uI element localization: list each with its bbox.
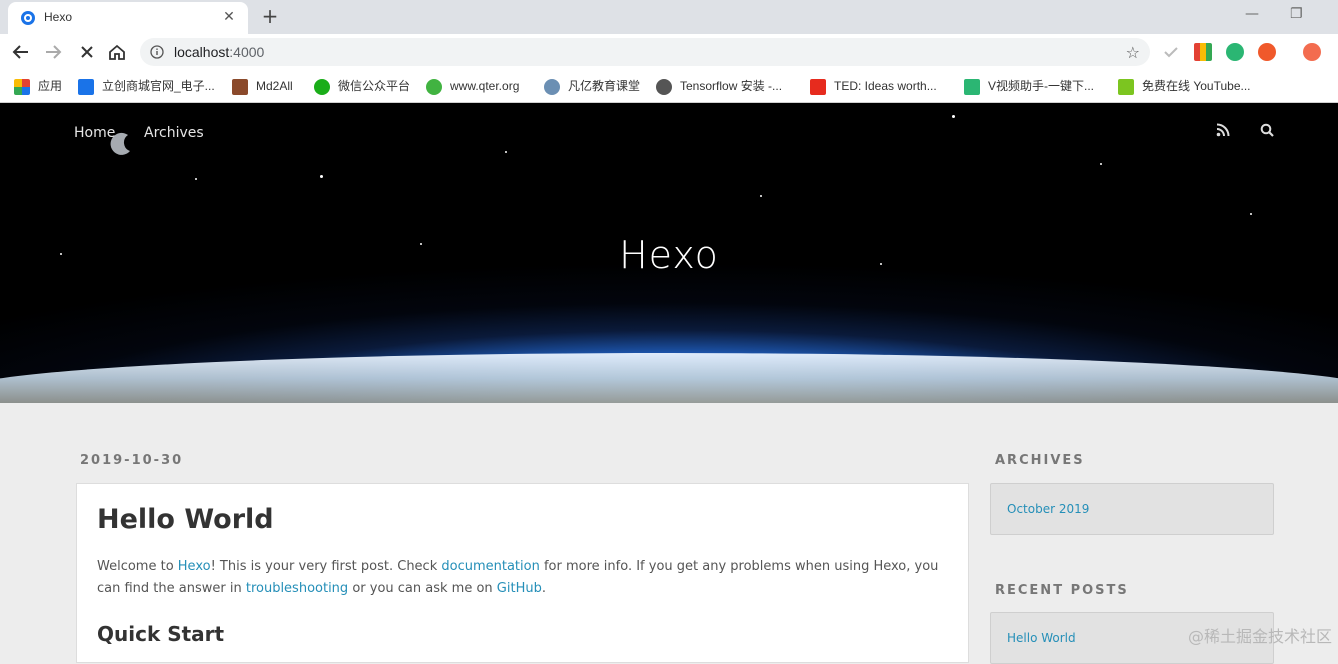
profile-avatar-icon[interactable]: [1303, 43, 1321, 61]
star: [505, 151, 507, 153]
star: [760, 195, 762, 197]
v-extension-icon[interactable]: [1226, 43, 1244, 61]
body-text: .: [541, 581, 546, 596]
browser-chrome: Hexo ✕ + — ❐ localhost:4000 ☆ 应用 立创商城官网_…: [0, 0, 1338, 103]
bookmark-label: 免费在线 YouTube...: [1142, 79, 1251, 93]
body-text: ! This is your very first post. Check: [210, 559, 442, 574]
apps-grid-icon: [14, 78, 30, 95]
globe-icon: [656, 78, 672, 95]
post-date[interactable]: 2019-10-30: [80, 453, 183, 468]
nav-archives-link[interactable]: Archives: [144, 125, 204, 141]
troubleshooting-link[interactable]: troubleshooting: [246, 581, 348, 596]
post-article: Hello World Welcome to Hexo! This is you…: [76, 483, 969, 663]
url-text[interactable]: localhost:4000: [174, 44, 264, 60]
home-icon[interactable]: [106, 41, 128, 63]
bookmark-label: Tensorflow 安装 -...: [680, 79, 783, 93]
download-icon: [1118, 78, 1134, 95]
md2all-icon: [232, 78, 248, 95]
bookmark-label: 微信公众平台: [338, 79, 411, 93]
bookmark-label: TED: Ideas worth...: [834, 79, 937, 93]
bookmark-label: 立创商城官网_电子...: [102, 79, 215, 93]
bookmark-label: Md2All: [256, 79, 293, 93]
restore-icon[interactable]: ❐: [1290, 6, 1303, 22]
post-title[interactable]: Hello World: [97, 504, 274, 535]
star: [195, 178, 197, 180]
bookmark-item[interactable]: 应用: [14, 77, 62, 95]
bookmark-item[interactable]: Md2All: [232, 77, 293, 95]
github-link[interactable]: GitHub: [497, 581, 542, 596]
wechat-icon: [314, 78, 330, 95]
archives-widget: October 2019: [990, 483, 1274, 535]
stop-loading-icon[interactable]: [76, 41, 98, 63]
infinity-extension-icon[interactable]: [1258, 43, 1276, 61]
bookmark-item[interactable]: www.qter.org: [426, 77, 519, 95]
body-text: Welcome to: [97, 559, 178, 574]
tab-hexo[interactable]: Hexo ✕: [8, 2, 248, 34]
bookmark-label: 凡亿教育课堂: [568, 79, 641, 93]
bookmark-label: V视频助手-一键下...: [988, 79, 1095, 93]
qter-icon: [426, 78, 442, 95]
body-text: or you can ask me on: [348, 581, 497, 596]
address-bar[interactable]: localhost:4000 ☆: [140, 38, 1150, 66]
bookmark-label: www.qter.org: [450, 79, 520, 93]
documentation-link[interactable]: documentation: [441, 559, 539, 574]
post-body: Welcome to Hexo! This is your very first…: [97, 556, 957, 600]
new-tab-icon[interactable]: +: [260, 6, 280, 26]
star: [1100, 163, 1102, 165]
bookmark-item[interactable]: 立创商城官网_电子...: [78, 77, 215, 95]
star: [320, 175, 323, 178]
check-extension-icon[interactable]: [1162, 43, 1180, 61]
toolbar: localhost:4000 ☆: [0, 34, 1338, 70]
star: [1250, 213, 1252, 215]
hero-banner: Home Archives Hexo: [0, 103, 1338, 403]
earth-horizon: [0, 353, 1338, 403]
tab-close-icon[interactable]: ✕: [220, 8, 238, 26]
lc-icon: [78, 78, 94, 95]
user-icon: [544, 78, 560, 95]
video-icon: [964, 78, 980, 95]
archive-october-2019-link[interactable]: October 2019: [1007, 502, 1089, 516]
watermark: @稀土掘金技术社区: [1187, 627, 1332, 646]
recent-posts-heading: RECENT POSTS: [995, 583, 1129, 598]
bookmark-item[interactable]: Tensorflow 安装 -...: [656, 77, 782, 95]
rss-icon[interactable]: [1216, 123, 1230, 137]
url-port: :4000: [229, 44, 265, 60]
bookmark-label: 应用: [38, 79, 63, 93]
bookmarks-bar: 应用 立创商城官网_电子... Md2All 微信公众平台 www.qter.o…: [0, 70, 1338, 103]
quick-start-heading: Quick Start: [97, 622, 225, 646]
bookmark-item[interactable]: 凡亿教育课堂: [544, 77, 640, 95]
hexo-favicon-icon: [21, 11, 35, 25]
bookmark-item[interactable]: TED: Ideas worth...: [810, 77, 937, 95]
forward-arrow-icon[interactable]: [42, 41, 64, 63]
ted-icon: [810, 78, 826, 95]
bookmark-item[interactable]: V视频助手-一键下...: [964, 77, 1094, 95]
minimize-icon[interactable]: —: [1245, 6, 1259, 22]
recent-post-hello-world-link[interactable]: Hello World: [1007, 631, 1076, 645]
star: [952, 115, 955, 118]
archives-heading: ARCHIVES: [995, 453, 1085, 468]
tab-strip: Hexo ✕ + — ❐: [0, 0, 1338, 34]
info-icon[interactable]: [150, 45, 164, 59]
color-extension-icon[interactable]: [1194, 43, 1212, 61]
search-icon[interactable]: [1260, 123, 1274, 137]
bookmark-item[interactable]: 微信公众平台: [314, 77, 410, 95]
back-arrow-icon[interactable]: [10, 41, 32, 63]
site-title: Hexo: [619, 233, 719, 277]
bookmark-star-icon[interactable]: ☆: [1126, 43, 1140, 62]
hexo-link[interactable]: Hexo: [178, 559, 211, 574]
url-host: localhost: [174, 44, 230, 60]
tab-title: Hexo: [44, 10, 73, 24]
bookmark-item[interactable]: 免费在线 YouTube...: [1118, 77, 1251, 95]
nav-home-link[interactable]: Home: [74, 125, 115, 141]
